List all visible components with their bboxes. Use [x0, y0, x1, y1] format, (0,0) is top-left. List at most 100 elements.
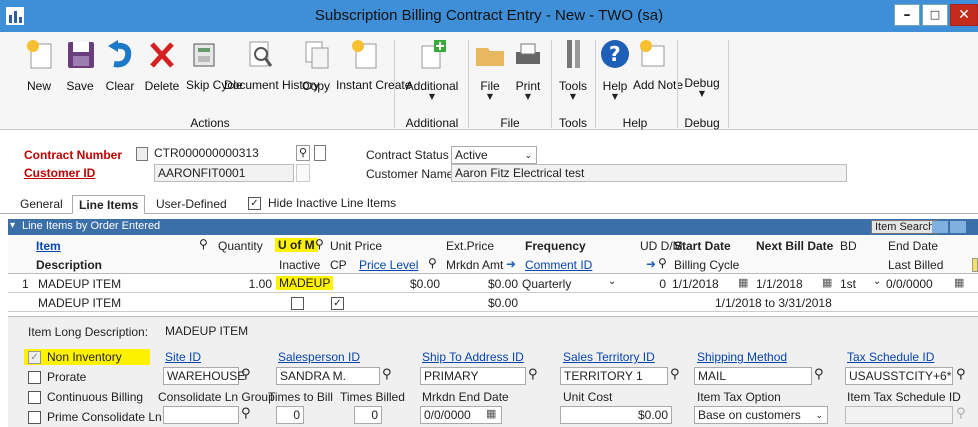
tab-general[interactable]: General — [14, 195, 69, 214]
tab-line-items[interactable]: Line Items — [72, 195, 146, 214]
add-note-button[interactable]: Add Note — [633, 38, 683, 128]
item-search-button[interactable]: Item Search — [871, 220, 939, 234]
salesperson-label[interactable]: Salesperson ID — [278, 350, 360, 364]
instant-create-button[interactable]: Instant Create — [336, 38, 411, 128]
non-inventory-checkbox[interactable]: ✓ — [28, 351, 41, 364]
contract-lookup-icon[interactable] — [136, 147, 148, 161]
tax-schedule-field[interactable]: USAUSSTCITY+6* — [845, 367, 953, 385]
minimize-button[interactable]: – — [894, 4, 920, 26]
row-quantity[interactable]: 1.00 — [214, 277, 272, 291]
navigate-icon[interactable] — [950, 221, 966, 233]
customer-id-label[interactable]: Customer ID — [24, 166, 95, 180]
magnifier-icon[interactable]: ⚲ — [956, 367, 966, 382]
tax-schedule-label[interactable]: Tax Schedule ID — [847, 350, 934, 364]
shipping-label[interactable]: Shipping Method — [697, 350, 787, 364]
document-history-button[interactable]: Document History — [224, 38, 319, 128]
arrow-right-icon[interactable]: ➜ — [506, 257, 516, 271]
row-bd[interactable]: 1st — [840, 277, 856, 291]
expand-icon[interactable] — [932, 221, 948, 233]
territory-label[interactable]: Sales Territory ID — [563, 350, 655, 364]
salesperson-field[interactable]: SANDRA M. — [276, 367, 380, 385]
calendar-icon[interactable]: ▦ — [954, 276, 964, 289]
debug-icon — [686, 38, 718, 70]
arrow-right-icon[interactable]: ➜ — [646, 257, 656, 271]
times-to-bill-field[interactable]: 0 — [276, 406, 304, 424]
calendar-icon[interactable]: ▦ — [738, 276, 748, 289]
magnifier-icon[interactable]: ⚲ — [382, 367, 392, 382]
note-icon[interactable] — [972, 258, 978, 272]
consolidate-field[interactable] — [163, 406, 239, 424]
tab-user-defined[interactable]: User-Defined — [150, 195, 233, 214]
territory-field[interactable]: TERRITORY 1 — [560, 367, 668, 385]
magnifier-icon[interactable]: ⚲ — [956, 406, 966, 421]
new-document-icon[interactable] — [314, 145, 326, 161]
col-item[interactable]: Item — [36, 239, 61, 253]
row-uofm[interactable]: MADEUP — [276, 276, 334, 290]
inactive-checkbox[interactable] — [291, 297, 304, 310]
magnifier-icon[interactable]: ⚲ — [428, 256, 437, 270]
magnifier-icon[interactable]: ⚲ — [296, 145, 310, 161]
additional-button[interactable]: Additional ▼ — [396, 38, 468, 128]
hide-inactive-checkbox[interactable]: ✓ — [248, 197, 261, 210]
contract-status-select[interactable]: Active ⌄ — [451, 146, 537, 164]
chevron-down-icon: ⌄ — [524, 150, 532, 160]
row-unit-price[interactable]: $0.00 — [400, 277, 440, 291]
unit-cost-field[interactable]: $0.00 — [560, 406, 672, 424]
skip-cycle-button[interactable]: Skip Cycle — [186, 38, 243, 128]
magnifier-icon[interactable] — [296, 164, 310, 182]
magnifier-icon[interactable]: ⚲ — [528, 367, 538, 382]
collapse-icon[interactable]: ▾ — [10, 220, 15, 231]
magnifier-icon[interactable]: ⚲ — [241, 367, 251, 382]
col-comment-id[interactable]: Comment ID — [525, 258, 592, 272]
new-button[interactable]: New — [18, 38, 60, 128]
magnifier-icon[interactable]: ⚲ — [241, 406, 251, 421]
row-description[interactable]: MADEUP ITEM — [38, 296, 121, 310]
save-button[interactable]: Save — [62, 38, 98, 128]
delete-button[interactable]: Delete — [140, 38, 184, 128]
row-item[interactable]: MADEUP ITEM — [38, 277, 121, 291]
times-billed-field[interactable]: 0 — [354, 406, 382, 424]
customer-name-field[interactable]: Aaron Fitz Electrical test — [451, 164, 847, 182]
customer-id-field[interactable]: AARONFIT0001 — [154, 164, 294, 182]
row-next-bill-date[interactable]: 1/1/2018 — [756, 277, 803, 291]
copy-button[interactable]: Copy — [296, 38, 336, 128]
tools-button[interactable]: Tools ▼ — [553, 38, 593, 128]
close-button[interactable]: ✕ — [950, 4, 978, 26]
row-start-date[interactable]: 1/1/2018 — [672, 277, 719, 291]
maximize-button[interactable]: □ — [922, 4, 948, 26]
magnifier-icon[interactable]: ⚲ — [670, 367, 680, 382]
calendar-icon[interactable]: ▦ — [486, 407, 496, 420]
calendar-icon[interactable]: ▦ — [822, 276, 832, 289]
debug-button[interactable]: Debug ▼ — [680, 38, 724, 128]
magnifier-icon[interactable]: ⚲ — [658, 256, 667, 270]
shipping-field[interactable]: MAIL — [694, 367, 812, 385]
clear-button[interactable]: Clear — [100, 38, 140, 128]
prorate-checkbox[interactable] — [28, 371, 41, 384]
magnifier-icon[interactable]: ⚲ — [315, 237, 324, 251]
file-button[interactable]: File ▼ — [472, 38, 508, 128]
consolidate-label: Consolidate Ln Group — [158, 390, 275, 404]
magnifier-icon[interactable]: ⚲ — [199, 237, 208, 251]
row-frequency[interactable]: Quarterly — [522, 277, 571, 291]
continuous-billing-checkbox[interactable] — [28, 391, 41, 404]
contract-number-value[interactable]: CTR000000000313 — [154, 146, 259, 160]
help-button[interactable]: ? Help ▼ — [597, 38, 633, 128]
item-tax-select[interactable]: Base on customers ⌄ — [694, 406, 828, 424]
ship-to-label[interactable]: Ship To Address ID — [422, 350, 524, 364]
row-ud[interactable]: 0 — [652, 277, 666, 291]
contract-status-label: Contract Status — [366, 148, 449, 162]
site-id-field[interactable]: WAREHOUSE — [163, 367, 245, 385]
contract-number-label: Contract Number — [24, 148, 123, 162]
site-id-label[interactable]: Site ID — [165, 350, 201, 364]
chevron-down-icon[interactable]: ⌄ — [608, 276, 616, 287]
prime-consolidate-checkbox[interactable] — [28, 411, 41, 424]
item-tax-schedule-field[interactable] — [845, 406, 953, 424]
magnifier-icon[interactable]: ⚲ — [814, 367, 824, 382]
cp-checkbox[interactable]: ✓ — [331, 297, 344, 310]
col-price-level[interactable]: Price Level — [359, 258, 418, 272]
chevron-down-icon[interactable]: ⌄ — [873, 276, 881, 287]
row-end-date[interactable]: 0/0/0000 — [886, 277, 933, 291]
svg-text:?: ? — [609, 42, 621, 66]
print-button[interactable]: Print ▼ — [508, 38, 548, 128]
ship-to-field[interactable]: PRIMARY — [420, 367, 526, 385]
